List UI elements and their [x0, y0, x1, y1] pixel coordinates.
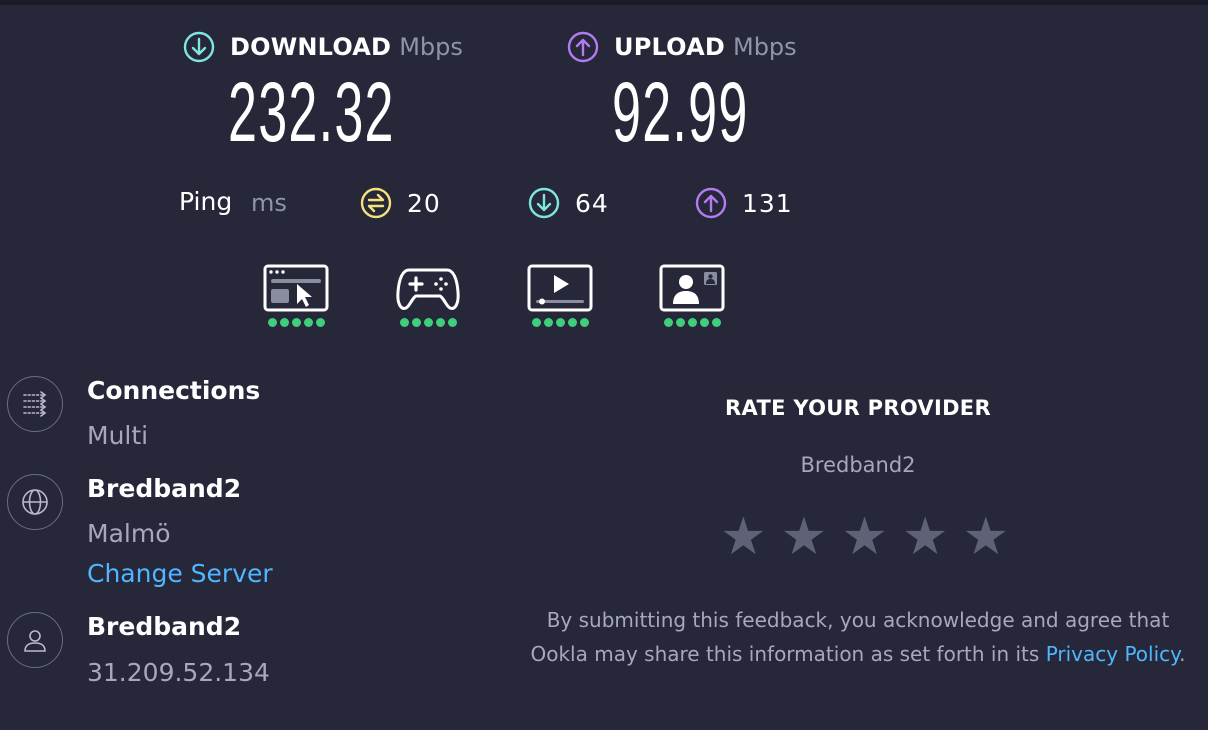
ping-upload: 131	[695, 187, 793, 219]
ping-unit: ms	[251, 189, 287, 217]
server-icon-circle	[7, 474, 63, 530]
idle-latency-icon	[360, 187, 392, 219]
web-browsing-rating	[263, 318, 329, 327]
usage-video-streaming	[527, 264, 593, 327]
connections-title: Connections	[87, 376, 261, 405]
download-header: DOWNLOAD Mbps	[183, 31, 463, 63]
user-icon	[24, 630, 46, 652]
star-4[interactable]: ★	[902, 511, 949, 563]
client-icon-circle	[7, 612, 63, 668]
connections-icon	[23, 391, 47, 417]
download-latency-icon	[528, 187, 560, 219]
star-1[interactable]: ★	[720, 511, 767, 563]
download-label: DOWNLOAD	[230, 33, 392, 61]
privacy-policy-link[interactable]: Privacy Policy	[1046, 642, 1179, 666]
upload-speed-value: 92.99	[612, 65, 749, 159]
ping-label: Ping	[179, 187, 233, 216]
disclaimer-end: .	[1179, 642, 1186, 666]
connections-value: Multi	[87, 421, 149, 450]
star-2[interactable]: ★	[781, 511, 828, 563]
ping-idle: 20	[360, 187, 441, 219]
usage-web-browsing	[263, 264, 329, 327]
server-title: Bredband2	[87, 474, 242, 503]
upload-latency-icon	[695, 187, 727, 219]
video-streaming-icon	[527, 264, 593, 312]
upload-header: UPLOAD Mbps	[567, 31, 797, 63]
web-browsing-icon	[263, 264, 329, 312]
gaming-rating	[395, 318, 461, 327]
rating-stars: ★ ★ ★ ★ ★	[720, 511, 1009, 563]
client-title: Bredband2	[87, 612, 242, 641]
star-5[interactable]: ★	[963, 511, 1010, 563]
feedback-disclaimer: By submitting this feedback, you acknowl…	[528, 603, 1188, 671]
download-arrow-icon	[183, 31, 215, 63]
upload-label: UPLOAD	[614, 33, 725, 61]
usage-gaming	[395, 264, 461, 327]
video-chat-rating	[659, 318, 725, 327]
ping-download-value: 64	[575, 188, 609, 218]
usage-video-chat	[659, 264, 725, 327]
ping-upload-value: 131	[742, 188, 793, 218]
globe-icon	[22, 489, 48, 515]
video-chat-icon	[659, 264, 725, 312]
download-speed-value: 232.32	[228, 65, 395, 159]
rate-provider-title: RATE YOUR PROVIDER	[725, 396, 991, 420]
download-unit: Mbps	[399, 33, 463, 61]
rate-provider-name: Bredband2	[800, 453, 916, 477]
top-bar	[0, 0, 1208, 5]
ping-idle-value: 20	[407, 188, 441, 218]
connections-icon-circle	[7, 376, 63, 432]
server-location: Malmö	[87, 519, 171, 548]
ping-download: 64	[528, 187, 609, 219]
star-3[interactable]: ★	[841, 511, 888, 563]
video-streaming-rating	[527, 318, 593, 327]
change-server-link[interactable]: Change Server	[87, 559, 273, 588]
upload-arrow-icon	[567, 31, 599, 63]
gamepad-icon	[396, 268, 460, 310]
client-ip: 31.209.52.134	[87, 658, 270, 687]
upload-unit: Mbps	[732, 33, 797, 61]
